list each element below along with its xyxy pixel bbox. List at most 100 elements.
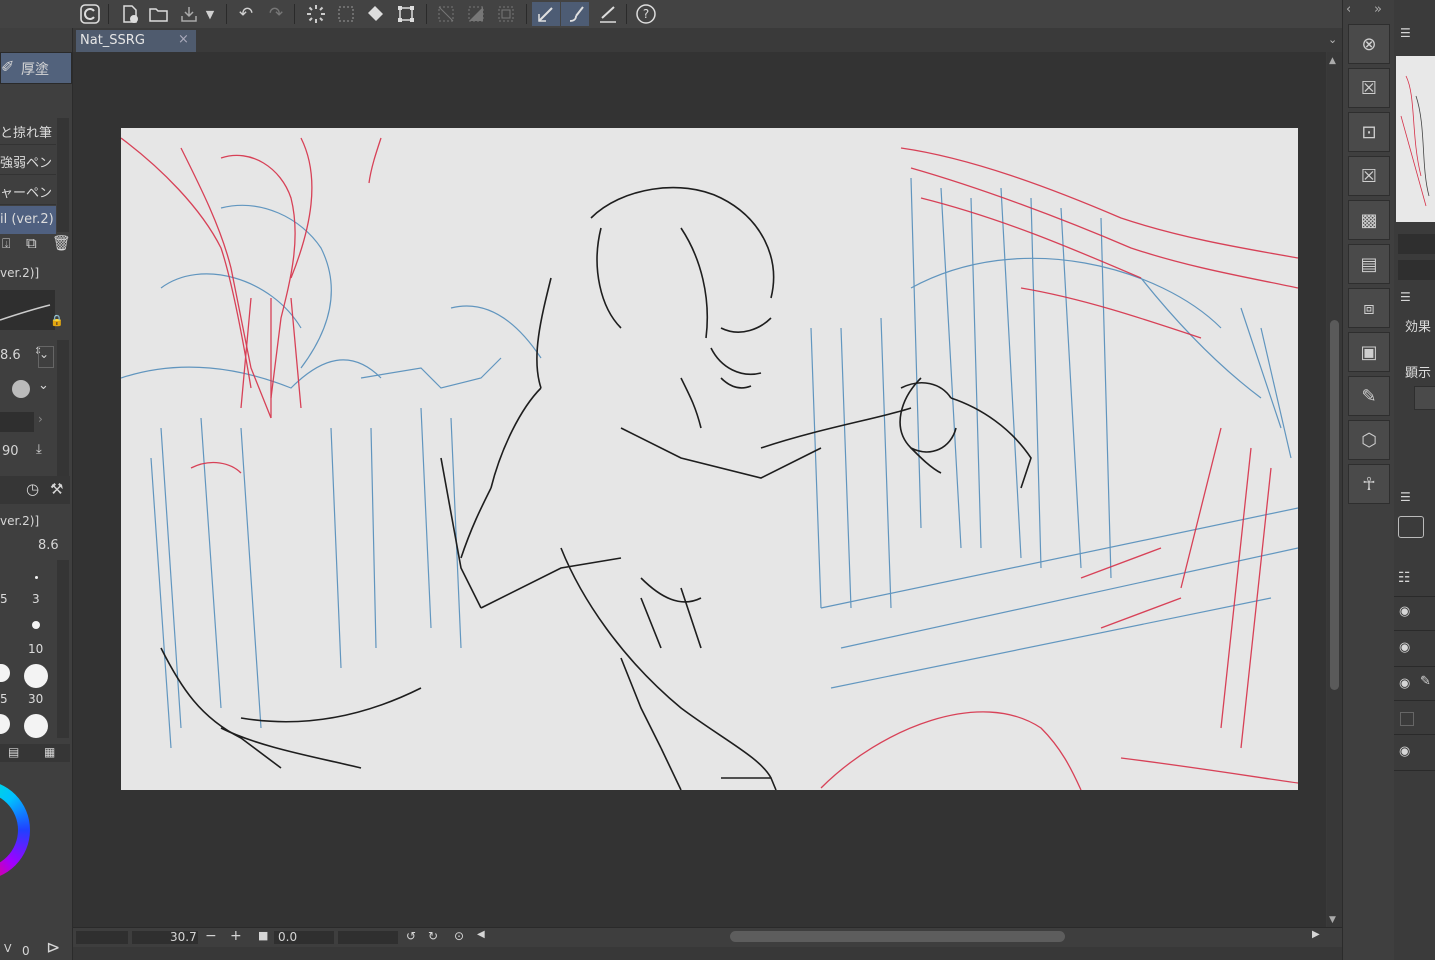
navigator-icon[interactable]: ⊗ bbox=[1348, 24, 1390, 64]
dropdown-icon[interactable]: ▼ bbox=[202, 2, 218, 26]
size-dot[interactable] bbox=[24, 664, 48, 688]
collapse-left-icon[interactable]: ‹ bbox=[1346, 2, 1351, 17]
reset-rotation-icon[interactable]: ⊙ bbox=[454, 929, 464, 943]
trash-icon[interactable]: 🗑 bbox=[52, 234, 71, 252]
navigator-thumbnail[interactable] bbox=[1396, 56, 1435, 222]
deselect-icon[interactable] bbox=[464, 2, 488, 26]
shape-dropdown-icon[interactable]: ⌄ bbox=[38, 378, 49, 393]
tab-close-icon[interactable]: × bbox=[178, 32, 189, 47]
pen-active-icon[interactable] bbox=[532, 2, 560, 26]
play-circle-icon[interactable]: ⊳ bbox=[46, 938, 60, 958]
panel-menu-icon[interactable]: ☰ bbox=[1400, 490, 1411, 504]
fill-icon[interactable] bbox=[364, 2, 388, 26]
save-layer-icon[interactable]: ⊡ bbox=[1348, 112, 1390, 152]
close-layer-icon[interactable]: ☒ bbox=[1348, 68, 1390, 108]
app-logo-icon[interactable] bbox=[78, 2, 102, 26]
zoom-in-button[interactable]: + bbox=[230, 928, 242, 944]
import-icon[interactable]: ⍗ bbox=[2, 236, 10, 252]
horizontal-scroll-thumb[interactable] bbox=[730, 931, 1065, 942]
clear-icon[interactable]: ☒ bbox=[1348, 156, 1390, 196]
size-dot[interactable] bbox=[32, 621, 40, 629]
brush-size-value[interactable]: 8.6 bbox=[0, 348, 21, 363]
figure-icon[interactable]: ☥ bbox=[1348, 464, 1390, 504]
eye-visible-icon[interactable]: ◉ bbox=[1399, 640, 1415, 656]
rotate-right-icon[interactable]: ↻ bbox=[428, 929, 438, 943]
zoom-slider[interactable] bbox=[76, 931, 128, 944]
new-file-icon[interactable] bbox=[118, 2, 142, 26]
help-icon[interactable]: ? bbox=[634, 2, 658, 26]
eye-visible-icon[interactable]: ◉ bbox=[1399, 744, 1415, 760]
brush-list-scrollbar[interactable] bbox=[57, 118, 69, 232]
brush-item-3[interactable]: ャーペン bbox=[0, 176, 56, 205]
fit-square-icon[interactable]: ■ bbox=[258, 929, 268, 942]
layer-list-icon[interactable]: ☷ bbox=[1398, 570, 1411, 586]
scroll-left-icon[interactable]: ◀ bbox=[477, 929, 485, 940]
size-dot[interactable] bbox=[24, 714, 48, 738]
active-tool-tab[interactable]: ✐ 厚塗 bbox=[0, 52, 72, 84]
opacity-value[interactable]: 90 bbox=[2, 444, 19, 459]
tone-icon[interactable]: ▩ bbox=[1348, 200, 1390, 240]
scroll-up-icon[interactable]: ▲ bbox=[1329, 56, 1336, 66]
edit-layer-icon[interactable]: ✎ bbox=[1348, 376, 1390, 416]
size-dropdown-icon[interactable]: ⌄ bbox=[38, 346, 54, 368]
display-toggle[interactable] bbox=[1414, 386, 1435, 410]
angle-value[interactable]: 0.0 bbox=[278, 930, 297, 944]
property-scrollbar[interactable] bbox=[57, 340, 69, 478]
duplicate-icon[interactable]: ⧉ bbox=[26, 234, 37, 252]
lock-icon[interactable]: 🔒 bbox=[50, 314, 64, 327]
tab-document[interactable]: Nat_SSRG × bbox=[76, 30, 196, 52]
image-layer-icon[interactable]: ▣ bbox=[1348, 332, 1390, 372]
hidden-layer-checkbox[interactable] bbox=[1400, 712, 1414, 726]
chevron-right-icon[interactable]: › bbox=[38, 412, 43, 426]
rotate-left-icon[interactable]: ↺ bbox=[406, 929, 416, 943]
save-icon[interactable] bbox=[177, 2, 201, 26]
size-dot[interactable] bbox=[0, 664, 10, 682]
edit-pen-icon[interactable]: ✎ bbox=[1420, 674, 1431, 689]
size-scrollbar[interactable] bbox=[57, 560, 69, 738]
brush-preview-slot[interactable] bbox=[1398, 234, 1435, 254]
undo-icon[interactable]: ↶ bbox=[234, 2, 258, 26]
panel-menu-icon[interactable]: ☰ bbox=[1400, 290, 1411, 304]
zoom-value[interactable]: 30.7 bbox=[170, 930, 197, 944]
eye-visible-icon[interactable]: ◉ bbox=[1399, 676, 1415, 692]
tab-list-chevron-icon[interactable]: ⌄ bbox=[1328, 33, 1337, 46]
brush-item-selected[interactable]: il (ver.2) bbox=[0, 206, 56, 234]
wrench-icon[interactable]: ⚒ bbox=[50, 480, 63, 498]
3d-object-icon[interactable]: ⬡ bbox=[1348, 420, 1390, 460]
eraser-line-icon[interactable] bbox=[596, 2, 620, 26]
brush-icon[interactable] bbox=[561, 2, 589, 26]
eye-visible-icon[interactable]: ◉ bbox=[1399, 604, 1415, 620]
angle-slider[interactable] bbox=[338, 931, 398, 944]
grid-icon[interactable] bbox=[434, 2, 458, 26]
frame-icon[interactable]: ▤ bbox=[1348, 244, 1390, 284]
transform-layer-icon[interactable]: ⧈ bbox=[1348, 288, 1390, 328]
size-dot[interactable] bbox=[35, 576, 38, 579]
brush-preview-slot[interactable] bbox=[1398, 260, 1435, 280]
transform-icon[interactable] bbox=[394, 2, 418, 26]
size-dot[interactable] bbox=[0, 714, 10, 734]
vertical-scroll-thumb[interactable] bbox=[1330, 320, 1339, 690]
color-value[interactable]: 0 bbox=[22, 944, 30, 958]
color-wheel-tab-icon[interactable]: ▤ bbox=[8, 745, 19, 759]
redo-icon[interactable]: ↷ bbox=[264, 2, 288, 26]
scroll-down-icon[interactable]: ▼ bbox=[1329, 915, 1336, 925]
zoom-out-button[interactable]: − bbox=[205, 928, 217, 944]
invert-icon[interactable] bbox=[494, 2, 518, 26]
main-toolbar: ▼ ↶ ↷ ? bbox=[0, 0, 1435, 29]
brush-item-2[interactable]: 強弱ペン bbox=[0, 146, 56, 175]
open-folder-icon[interactable] bbox=[147, 2, 171, 26]
brush-item-1[interactable]: と掠れ筆 bbox=[0, 116, 56, 145]
download-icon[interactable]: ⤓ bbox=[36, 442, 42, 457]
scroll-right-icon[interactable]: ▶ bbox=[1312, 929, 1320, 940]
panel-menu-icon[interactable]: ☰ bbox=[1400, 26, 1411, 40]
color-set-tab-icon[interactable]: ▦ bbox=[44, 745, 55, 759]
select-rect-icon[interactable] bbox=[334, 2, 358, 26]
drawing-canvas[interactable] bbox=[120, 128, 1299, 791]
expand-right-icon[interactable]: » bbox=[1374, 2, 1382, 17]
loading-icon[interactable] bbox=[304, 2, 328, 26]
new-layer-icon[interactable] bbox=[1398, 516, 1424, 538]
brush-shape-icon[interactable] bbox=[12, 380, 30, 398]
brush-size-value-2[interactable]: 8.6 bbox=[38, 538, 59, 553]
clock-icon[interactable]: ◷ bbox=[26, 480, 39, 498]
texture-field[interactable] bbox=[0, 412, 34, 432]
